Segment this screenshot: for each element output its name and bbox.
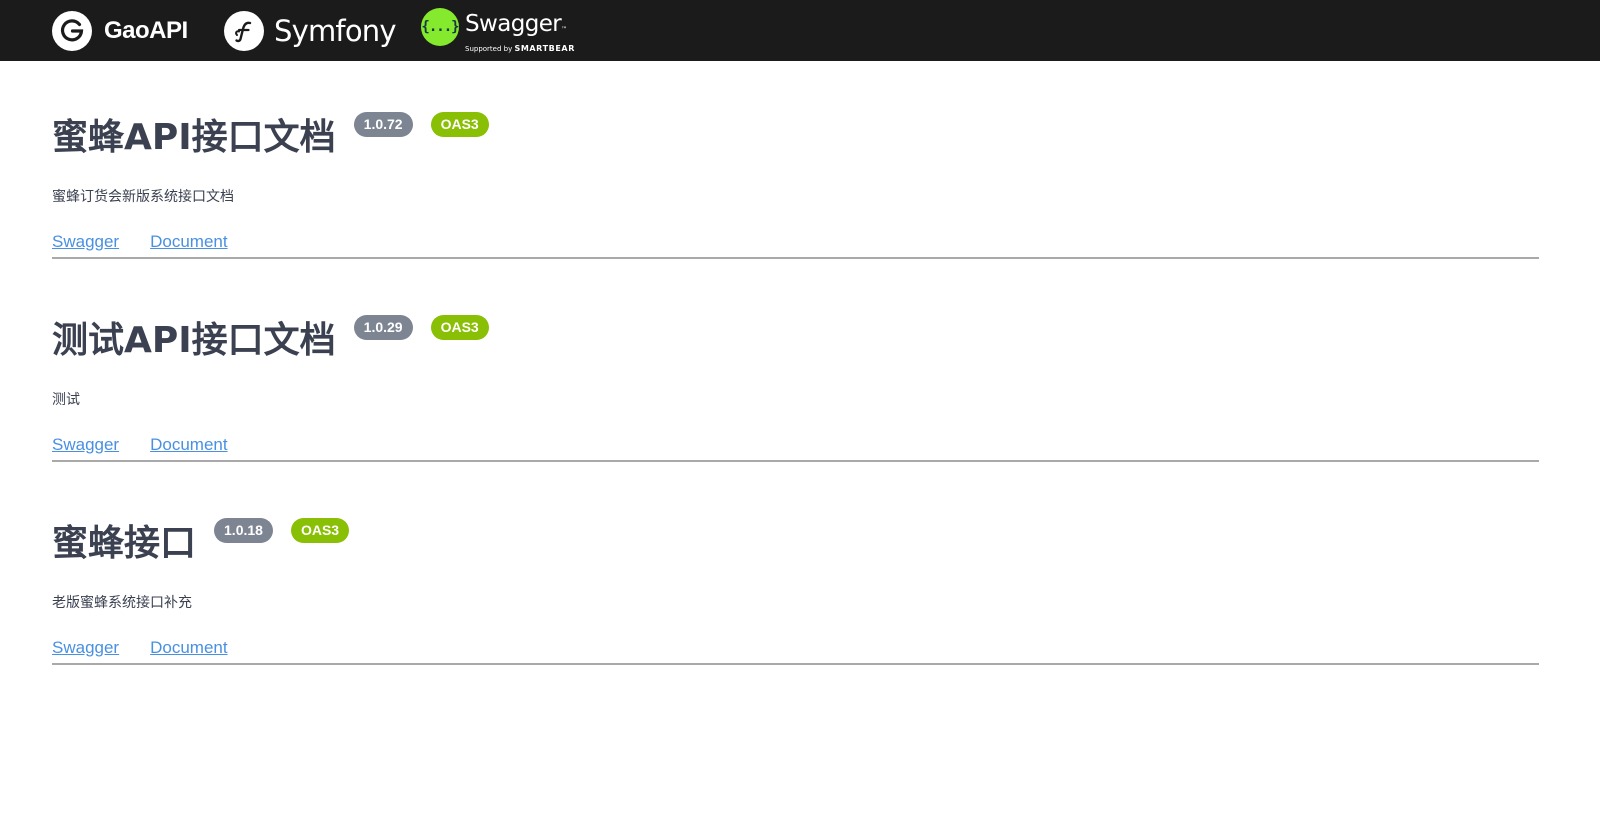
swagger-link[interactable]: Swagger	[52, 232, 119, 252]
api-links: Swagger Document	[52, 232, 259, 252]
symfony-sf-logo-icon	[224, 10, 264, 51]
document-link[interactable]: Document	[150, 232, 227, 252]
api-links: Swagger Document	[52, 638, 259, 658]
api-description: 老版蜜蜂系统接口补充	[52, 595, 192, 611]
oas-badge: OAS3	[430, 112, 489, 137]
swagger-brand-link[interactable]: {...} Swagger™ Supported by SMARTBEAR	[421, 0, 575, 61]
swagger-logo-glyph: {...}	[421, 18, 459, 35]
api-title: 蜜蜂接口	[52, 523, 197, 564]
oas-badge: OAS3	[430, 315, 489, 340]
version-badge: 1.0.29	[353, 315, 413, 340]
api-description: 蜜蜂订货会新版系统接口文档	[52, 189, 234, 205]
api-header: 蜜蜂接口 1.0.18 OAS3	[52, 518, 350, 570]
swagger-braces-logo-icon: {...}	[421, 7, 460, 46]
gaoapi-g-logo-icon	[52, 10, 92, 51]
version-badge: 1.0.18	[214, 518, 273, 543]
symfony-brand-name: Symfony	[274, 13, 397, 48]
api-title: 测试API接口文档	[52, 320, 336, 361]
api-title: 蜜蜂API接口文档	[52, 117, 336, 158]
api-header: 测试API接口文档 1.0.29 OAS3	[52, 315, 489, 367]
api-section: 蜜蜂接口 1.0.18 OAS3 老版蜜蜂系统接口补充 Swagger Docu…	[52, 462, 1539, 665]
top-navbar: GaoAPI Symfony {...} Swagger™ Supported …	[0, 0, 1600, 61]
swagger-brand-name: Swagger™	[465, 10, 567, 37]
gaoapi-brand-link[interactable]: GaoAPI	[52, 0, 188, 61]
swagger-tagline: Supported by SMARTBEAR	[465, 43, 575, 53]
api-description: 测试	[52, 392, 80, 408]
symfony-brand-link[interactable]: Symfony	[224, 0, 397, 61]
version-badge: 1.0.72	[353, 112, 413, 137]
oas-badge: OAS3	[290, 518, 350, 543]
api-section: 蜜蜂API接口文档 1.0.72 OAS3 蜜蜂订货会新版系统接口文档 Swag…	[52, 56, 1539, 259]
api-links: Swagger Document	[52, 435, 259, 455]
api-header: 蜜蜂API接口文档 1.0.72 OAS3	[52, 112, 489, 164]
gaoapi-brand-name: GaoAPI	[104, 16, 188, 44]
swagger-link[interactable]: Swagger	[52, 435, 119, 455]
document-link[interactable]: Document	[150, 638, 227, 658]
swagger-link[interactable]: Swagger	[52, 638, 119, 658]
document-link[interactable]: Document	[150, 435, 227, 455]
api-section: 测试API接口文档 1.0.29 OAS3 测试 Swagger Documen…	[52, 259, 1539, 462]
